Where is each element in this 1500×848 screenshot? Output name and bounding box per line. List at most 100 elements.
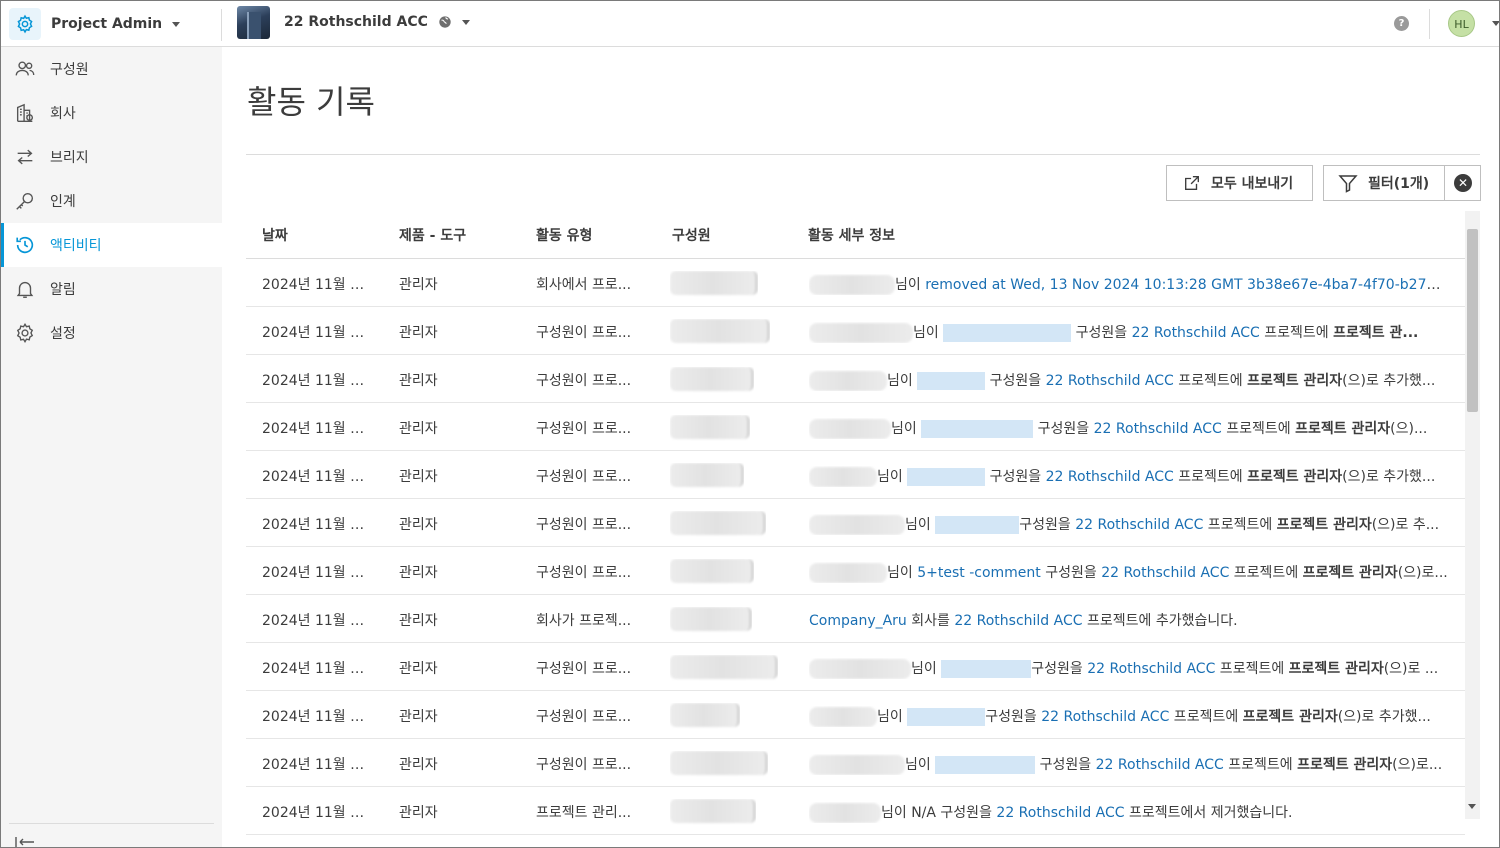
collapse-sidebar-icon[interactable] [15, 837, 35, 847]
redacted-actor-name [809, 563, 887, 583]
redacted-target-link[interactable] [935, 516, 1020, 534]
cell-member [670, 367, 754, 393]
detail-link[interactable]: 5+test -comment [917, 565, 1041, 581]
project-link[interactable]: 22 Rothschild ACC [1041, 709, 1169, 725]
cell-date: 2024년 11월 5... [262, 469, 372, 485]
help-icon[interactable]: ? [1394, 16, 1409, 31]
detail-text: 프로젝트에 [1223, 757, 1298, 773]
sidebar-item-members[interactable]: 구성원 [1, 47, 222, 91]
detail-link[interactable]: Company_Aru [809, 613, 907, 629]
cell-member [670, 463, 744, 489]
members-icon [15, 61, 35, 76]
table-row[interactable]: 2024년 11월 5... 관리자 구성원이 프로... 님이 구성원을 22 Ro… [246, 403, 1465, 451]
table-row[interactable]: 2024년 11월 3... 관리자 프로젝트 관리... 님이 N/A 구성원을 2… [246, 787, 1465, 835]
sidebar-item-activity[interactable]: 액티비티 [1, 223, 222, 267]
sidebar-item-company[interactable]: 회사 [1, 91, 222, 135]
project-link[interactable]: 22 Rothschild ACC [1096, 757, 1224, 773]
cell-date: 2024년 11월 4... [262, 517, 372, 533]
top-bar: Project Admin 22 Rothschild ACC ? HL [1, 1, 1499, 47]
cell-date: 2024년 11월 7... [262, 373, 372, 389]
cell-activity-details: 님이 구성원을 22 Rothschild ACC 프로젝트에 프로젝트 관리자… [809, 514, 1449, 535]
cell-product-tool: 관리자 [399, 421, 438, 437]
sidebar-item-label: 구성원 [50, 62, 89, 78]
scrollbar-thumb[interactable] [1467, 229, 1478, 412]
project-link[interactable]: 22 Rothschild ACC [1075, 517, 1203, 533]
sidebar-item-bridge[interactable]: 브리지 [1, 135, 222, 179]
sidebar-item-handover[interactable]: 인계 [1, 179, 222, 223]
chevron-down-icon [172, 21, 181, 27]
cell-activity-details: 님이 구성원을 22 Rothschild ACC 프로젝트에 프로젝트 관리자… [809, 706, 1449, 727]
project-thumbnail [237, 5, 270, 39]
redacted-target-link[interactable] [921, 420, 1034, 438]
detail-text: (으)로... [1392, 757, 1443, 773]
project-link[interactable]: 22 Rothschild ACC [1046, 469, 1174, 485]
cell-activity-details: Company_Aru 회사를 22 Rothschild ACC 프로젝트에 … [809, 610, 1449, 630]
project-link[interactable]: 22 Rothschild ACC [1094, 421, 1222, 437]
redacted-target-link[interactable] [943, 324, 1072, 342]
header-divider [1429, 9, 1430, 39]
project-link[interactable]: 22 Rothschild ACC [1046, 373, 1174, 389]
export-all-button[interactable]: 모두 내보내기 [1166, 165, 1313, 201]
project-link[interactable]: 22 Rothschild ACC [1132, 325, 1260, 341]
cell-member [670, 799, 756, 825]
table-row[interactable]: 2024년 11월 12... 관리자 회사에서 프로... 님이 removed a… [246, 259, 1465, 307]
detail-text: 님이 [911, 661, 942, 677]
column-header-date[interactable]: 날짜 [262, 225, 288, 245]
table-row[interactable]: 2024년 11월 5... 관리자 구성원이 프로... 님이 구성원을 22 Ro… [246, 451, 1465, 499]
table-row[interactable]: 2024년 11월 4... 관리자 구성원이 프로... 님이 5+test -co… [246, 547, 1465, 595]
project-link[interactable]: 22 Rothschild ACC [1101, 565, 1229, 581]
project-link[interactable]: 22 Rothschild ACC [954, 613, 1082, 629]
detail-text: 프로젝트에 [1229, 565, 1303, 581]
column-header-activity-details[interactable]: 활동 세부 정보 [808, 225, 895, 245]
app-switcher[interactable]: Project Admin [9, 7, 181, 41]
sidebar-item-notifications[interactable]: 알림 [1, 267, 222, 311]
project-link[interactable]: 22 Rothschild ACC [1087, 661, 1215, 677]
detail-text: 님이 [877, 709, 908, 725]
project-name: 22 Rothschild ACC [284, 14, 428, 30]
sidebar-item-settings[interactable]: 설정 [1, 311, 222, 355]
detail-text: 프로젝트에 [1169, 709, 1243, 725]
clear-filter-icon[interactable]: ✕ [1454, 174, 1472, 192]
redacted-target-link[interactable] [935, 756, 1036, 774]
role-text: 프로젝트 관리자 [1276, 517, 1372, 533]
project-link[interactable]: 22 Rothschild ACC [996, 805, 1124, 821]
role-text: 프로젝트 관리자 [1247, 469, 1343, 485]
cell-member [670, 415, 750, 441]
cell-activity-type: 구성원이 프로... [536, 421, 632, 437]
redacted-target-link[interactable] [907, 468, 986, 486]
redacted-actor-name [809, 755, 905, 775]
table-row[interactable]: 2024년 11월 4... 관리자 구성원이 프로... 님이 구성원을 22 Ro… [246, 499, 1465, 547]
scroll-down-arrow-icon[interactable] [1468, 804, 1476, 809]
table-row[interactable]: 2024년 11월 4... 관리자 회사가 프로젝... Company_Aru 회… [246, 595, 1465, 643]
redacted-target-link[interactable] [941, 660, 1032, 678]
column-header-member[interactable]: 구성원 [672, 225, 711, 245]
cell-activity-type: 회사가 프로젝... [536, 613, 632, 629]
detail-text: 님이 [905, 757, 936, 773]
filter-button[interactable]: 필터(1개) ✕ [1323, 165, 1481, 201]
cell-activity-type: 구성원이 프로... [536, 469, 632, 485]
cell-activity-type: 구성원이 프로... [536, 373, 632, 389]
cell-member [670, 751, 768, 777]
table-row[interactable]: 2024년 11월 4... 관리자 구성원이 프로... 님이 구성원을 22 Ro… [246, 643, 1465, 691]
redacted-actor-name [809, 659, 911, 679]
table-row[interactable]: 2024년 11월 4... 관리자 구성원이 프로... 님이 구성원을 22 Ro… [246, 691, 1465, 739]
redacted-target-link[interactable] [917, 372, 986, 390]
detail-link[interactable]: removed at Wed, 13 Nov 2024 10:13:28 GMT… [925, 277, 1449, 293]
redacted-member-name [670, 655, 778, 679]
project-selector[interactable]: 22 Rothschild ACC [237, 5, 470, 39]
column-header-product-tool[interactable]: 제품 - 도구 [399, 225, 466, 245]
detail-text: 님이 [913, 325, 944, 341]
table-row[interactable]: 2024년 11월 7... 관리자 구성원이 프로... 님이 구성원을 22 Ro… [246, 307, 1465, 355]
table-header: 날짜 제품 - 도구 활동 유형 구성원 활동 세부 정보 [246, 211, 1465, 259]
table-row[interactable]: 2024년 11월 3... 관리자 구성원이 프로... 님이 구성원을 22 Ro… [246, 739, 1465, 787]
activity-table-body: 2024년 11월 12... 관리자 회사에서 프로... 님이 removed a… [246, 259, 1465, 847]
column-header-activity-type[interactable]: 활동 유형 [536, 225, 592, 245]
user-avatar[interactable]: HL [1448, 10, 1475, 37]
company-icon [16, 103, 34, 122]
redacted-target-link[interactable] [907, 708, 986, 726]
table-row[interactable]: 2024년 11월 7... 관리자 구성원이 프로... 님이 구성원을 22 Ro… [246, 355, 1465, 403]
chevron-down-icon[interactable] [1492, 21, 1499, 26]
cell-member [670, 703, 740, 729]
cell-date: 2024년 11월 4... [262, 613, 372, 629]
cell-member [670, 271, 758, 297]
